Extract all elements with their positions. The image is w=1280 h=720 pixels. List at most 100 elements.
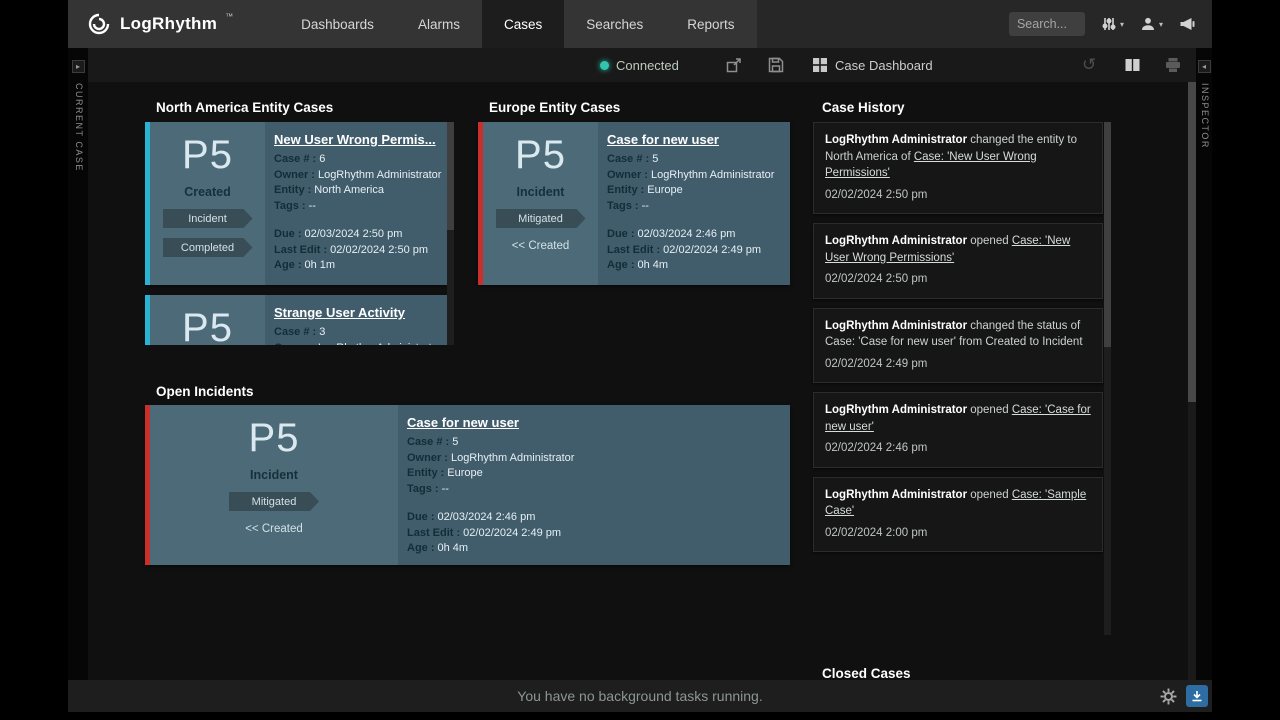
age-value: 0h 1m	[305, 259, 336, 271]
dashboard-selector[interactable]: Case Dashboard	[812, 48, 933, 82]
case-status: Incident	[250, 468, 298, 482]
case-history-entry[interactable]: LogRhythm Administrator opened Case: 'Sa…	[813, 477, 1103, 553]
last-edit-value: 02/02/2024 2:49 pm	[463, 527, 561, 539]
status-change-button-incident[interactable]: Incident	[163, 209, 253, 228]
status-change-button-mitigated[interactable]: Mitigated	[229, 492, 319, 511]
case-number-value: 5	[652, 153, 658, 165]
status-change-button-completed[interactable]: Completed	[163, 238, 253, 257]
owner-label: Owner :	[274, 169, 315, 181]
owner-value: LogRhythm Administrator	[318, 342, 442, 346]
expand-inspector-button[interactable]: ◂	[1198, 60, 1211, 73]
status-change-button-mitigated[interactable]: Mitigated	[496, 209, 586, 228]
current-case-rail: ▸ CURRENT CASE	[68, 48, 88, 680]
tab-alarms[interactable]: Alarms	[396, 0, 482, 48]
case-history-entry[interactable]: LogRhythm Administrator changed the stat…	[813, 308, 1103, 384]
history-action-text: opened	[967, 489, 1012, 501]
case-title-link[interactable]: Strange User Activity	[274, 305, 405, 320]
tags-label: Tags :	[407, 483, 439, 495]
case-title-link[interactable]: Case for new user	[607, 132, 719, 147]
last-edit-label: Last Edit :	[274, 244, 327, 256]
entity-value: Europe	[647, 184, 682, 196]
popout-window-button[interactable]	[726, 48, 742, 82]
search-input[interactable]	[1009, 12, 1085, 36]
primary-tabs: Dashboards Alarms Cases Searches Reports	[279, 0, 756, 48]
tags-value: --	[309, 200, 316, 212]
entity-label: Entity :	[274, 184, 311, 196]
history-actor: LogRhythm Administrator	[825, 404, 967, 416]
sliders-icon	[1101, 16, 1117, 32]
chevron-down-icon: ▾	[1120, 20, 1124, 29]
history-actor: LogRhythm Administrator	[825, 320, 967, 332]
owner-label: Owner :	[407, 452, 448, 464]
tab-dashboards[interactable]: Dashboards	[279, 0, 396, 48]
tags-label: Tags :	[274, 200, 306, 212]
north-america-case-list: P5 Created Incident Completed New User W…	[145, 122, 447, 345]
case-card-strange-user-activity[interactable]: P5 Strange User Activity Case # :3 Owner…	[145, 295, 447, 345]
case-history-entry[interactable]: LogRhythm Administrator changed the enti…	[813, 122, 1103, 214]
section-title-closed-cases: Closed Cases	[822, 666, 911, 681]
case-priority: P5	[515, 134, 566, 176]
scrollbar-thumb[interactable]	[1104, 122, 1111, 347]
logrhythm-logo[interactable]: LogRhythm ™	[68, 0, 263, 48]
status-back-link-created[interactable]: << Created	[245, 523, 303, 535]
display-options-menu[interactable]: ▾	[1101, 16, 1124, 32]
age-value: 0h 4m	[638, 259, 669, 271]
case-title-link[interactable]: Case for new user	[407, 415, 519, 430]
case-number-label: Case # :	[274, 153, 316, 165]
case-number-label: Case # :	[407, 436, 449, 448]
due-value: 02/03/2024 2:50 pm	[305, 228, 403, 240]
case-details-panel: Case for new user Case # :5 Owner :LogRh…	[598, 122, 790, 285]
layout-columns-button[interactable]	[1124, 48, 1141, 82]
case-dashboard-toolbar: Connected	[68, 48, 1212, 82]
age-label: Age :	[607, 259, 635, 271]
connection-status: Connected	[600, 48, 679, 82]
age-value: 0h 4m	[438, 542, 469, 554]
chevron-down-icon: ▾	[1159, 20, 1163, 29]
save-icon	[768, 57, 784, 73]
age-label: Age :	[407, 542, 435, 554]
case-card-case-for-new-user[interactable]: P5 Incident Mitigated << Created Case fo…	[478, 122, 790, 285]
open-incident-card-case-for-new-user[interactable]: P5 Incident Mitigated << Created Case fo…	[145, 405, 790, 565]
north-america-scrollbar[interactable]	[447, 122, 454, 345]
scrollbar-thumb[interactable]	[1188, 82, 1196, 402]
save-view-button[interactable]	[768, 48, 784, 82]
gear-icon[interactable]	[1160, 688, 1177, 705]
last-edit-value: 02/02/2024 2:50 pm	[330, 244, 428, 256]
printer-icon	[1165, 57, 1181, 73]
print-button[interactable]	[1165, 48, 1181, 82]
tab-reports[interactable]: Reports	[665, 0, 756, 48]
logrhythm-app-window: LogRhythm ™ Dashboards Alarms Cases Sear…	[68, 0, 1212, 712]
announcements-button[interactable]	[1179, 16, 1196, 32]
trademark-symbol: ™	[225, 12, 233, 21]
status-back-link-created[interactable]: << Created	[512, 240, 570, 252]
case-number-value: 5	[452, 436, 458, 448]
tab-cases[interactable]: Cases	[482, 0, 564, 48]
undo-button[interactable]: ↺	[1082, 48, 1096, 82]
megaphone-icon	[1179, 16, 1196, 32]
tab-searches[interactable]: Searches	[564, 0, 665, 48]
tags-value: --	[442, 483, 449, 495]
main-scrollbar[interactable]	[1188, 82, 1196, 680]
scrollbar-thumb[interactable]	[447, 122, 454, 230]
case-details-panel: Strange User Activity Case # :3 Owner :L…	[265, 295, 447, 345]
downloads-button[interactable]	[1186, 685, 1208, 707]
case-history-scrollbar[interactable]	[1104, 122, 1111, 635]
entity-label: Entity :	[607, 184, 644, 196]
case-history-entry[interactable]: LogRhythm Administrator opened Case: 'Ca…	[813, 392, 1103, 468]
case-history-entry[interactable]: LogRhythm Administrator opened Case: 'Ne…	[813, 223, 1103, 299]
due-label: Due :	[407, 511, 435, 523]
dashboard-grid-icon	[812, 57, 828, 73]
columns-icon	[1124, 57, 1141, 73]
nav-left-group: LogRhythm ™ Dashboards Alarms Cases Sear…	[68, 0, 757, 48]
user-menu[interactable]: ▾	[1140, 16, 1163, 32]
history-timestamp: 02/02/2024 2:50 pm	[825, 187, 1091, 204]
case-priority: P5	[182, 134, 233, 176]
case-card-new-user-wrong-permissions[interactable]: P5 Created Incident Completed New User W…	[145, 122, 447, 285]
tags-label: Tags :	[607, 200, 639, 212]
entity-label: Entity :	[407, 467, 444, 479]
nav-right-group: ▾ ▾	[757, 0, 1212, 48]
case-title-link[interactable]: New User Wrong Permis...	[274, 132, 436, 147]
case-summary-panel: P5 Created Incident Completed	[150, 122, 265, 285]
inspector-rail-label: INSPECTOR	[1198, 83, 1210, 149]
expand-current-case-button[interactable]: ▸	[72, 60, 85, 73]
